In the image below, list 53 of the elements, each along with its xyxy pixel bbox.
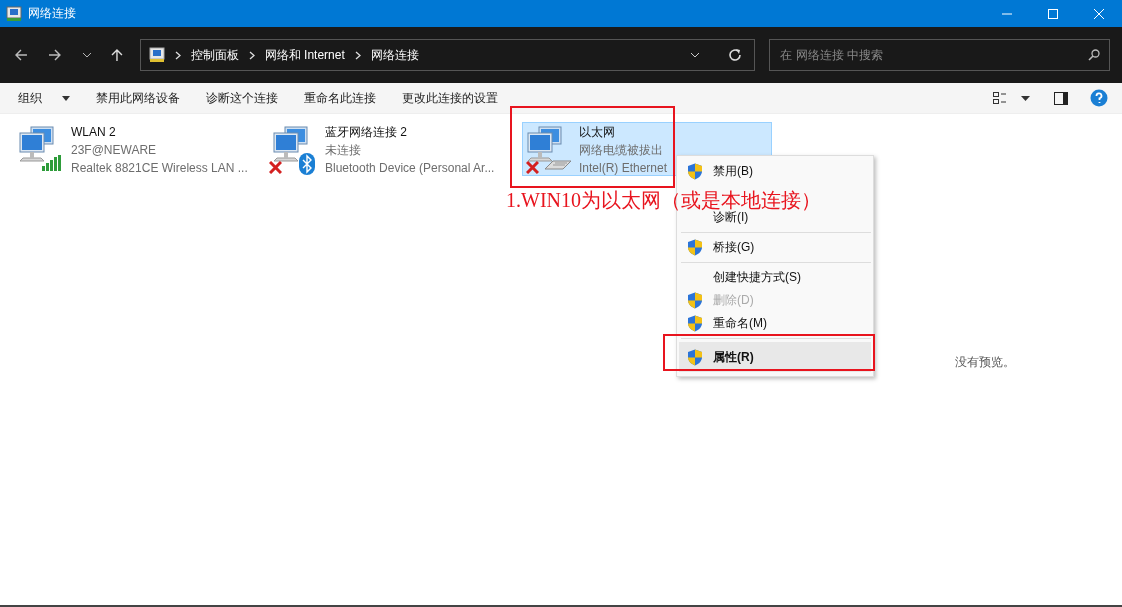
close-icon [1094,8,1104,19]
connection-item[interactable]: WLAN 2 23F@NEWARE Realtek 8821CE Wireless LAN ... [14,122,264,176]
maximize-icon [1048,8,1058,19]
connection-item[interactable]: 蓝牙网络连接 2 未连接 Bluetooth Device (Personal Ar... [268,122,518,176]
preview-message: 没有预览。 [955,354,1015,371]
toolbar-button[interactable]: 重命名此连接 [294,85,392,111]
help-icon[interactable] [1090,89,1108,107]
connection-name: 以太网 [579,124,616,141]
adapter-name: Realtek 8821CE Wireless LAN ... [71,160,248,177]
toolbar-button[interactable]: 禁用此网络设备 [86,85,196,111]
adapter-name: Bluetooth Device (Personal Ar... [325,160,495,177]
toolbar-button[interactable]: 更改此连接的设置 [392,85,514,111]
menu-item[interactable]: 创建快捷方式(S) [679,266,871,289]
adapter-name: Intel(R) Ethernet [579,160,668,177]
shield-icon [687,239,703,256]
menu-item[interactable]: 属性(R) [679,342,871,372]
dropdown-arrow-icon[interactable] [1021,95,1030,101]
chevron-down-icon[interactable] [690,52,701,58]
search-field[interactable]: 在 网络连接 中搜索 [769,39,1110,71]
shield-icon [687,163,703,180]
chevron-down-icon[interactable] [81,52,92,58]
disconnected-cross-icon [269,161,282,174]
connection-status: 未连接 [325,142,362,159]
menu-item[interactable]: 桥接(G) [679,236,871,259]
preview-pane-icon[interactable] [1054,91,1068,105]
toolbar-button[interactable]: 组织 [8,85,86,111]
search-icon [1088,49,1100,61]
connection-name: WLAN 2 [71,124,117,141]
window-title: 网络连接 [28,5,76,22]
connection-name: 蓝牙网络连接 2 [325,124,408,141]
breadcrumb-item[interactable]: 网络连接 [370,46,419,64]
disconnected-cross-icon [526,161,539,174]
breadcrumb-item[interactable]: 网络和 Internet [264,46,345,64]
chevron-right-icon [174,50,181,60]
control-panel-icon [148,47,165,63]
shield-icon [687,348,703,366]
connection-status: 网络电缆被拔出 [579,142,664,159]
toolbar-button[interactable]: 诊断这个连接 [196,85,294,111]
address-bar[interactable]: 控制面板 网络和 Internet 网络连接 [139,39,756,71]
view-options-icon[interactable] [993,91,1007,105]
refresh-icon[interactable] [728,48,743,62]
back-arrow-icon[interactable] [14,48,28,62]
shield-icon [687,292,703,309]
menu-item[interactable]: 重命名(M) [679,312,871,335]
chevron-right-icon [248,50,255,60]
network-folder-icon [6,5,22,22]
up-arrow-icon[interactable] [109,48,124,62]
breadcrumb-item[interactable]: 控制面板 [190,46,239,64]
chevron-right-icon [354,50,361,60]
shield-icon [687,315,703,332]
annotation-text: 1.WIN10为以太网（或是本地连接） [506,190,821,210]
connection-status: 23F@NEWARE [71,142,158,159]
forward-arrow-icon[interactable] [47,48,62,62]
